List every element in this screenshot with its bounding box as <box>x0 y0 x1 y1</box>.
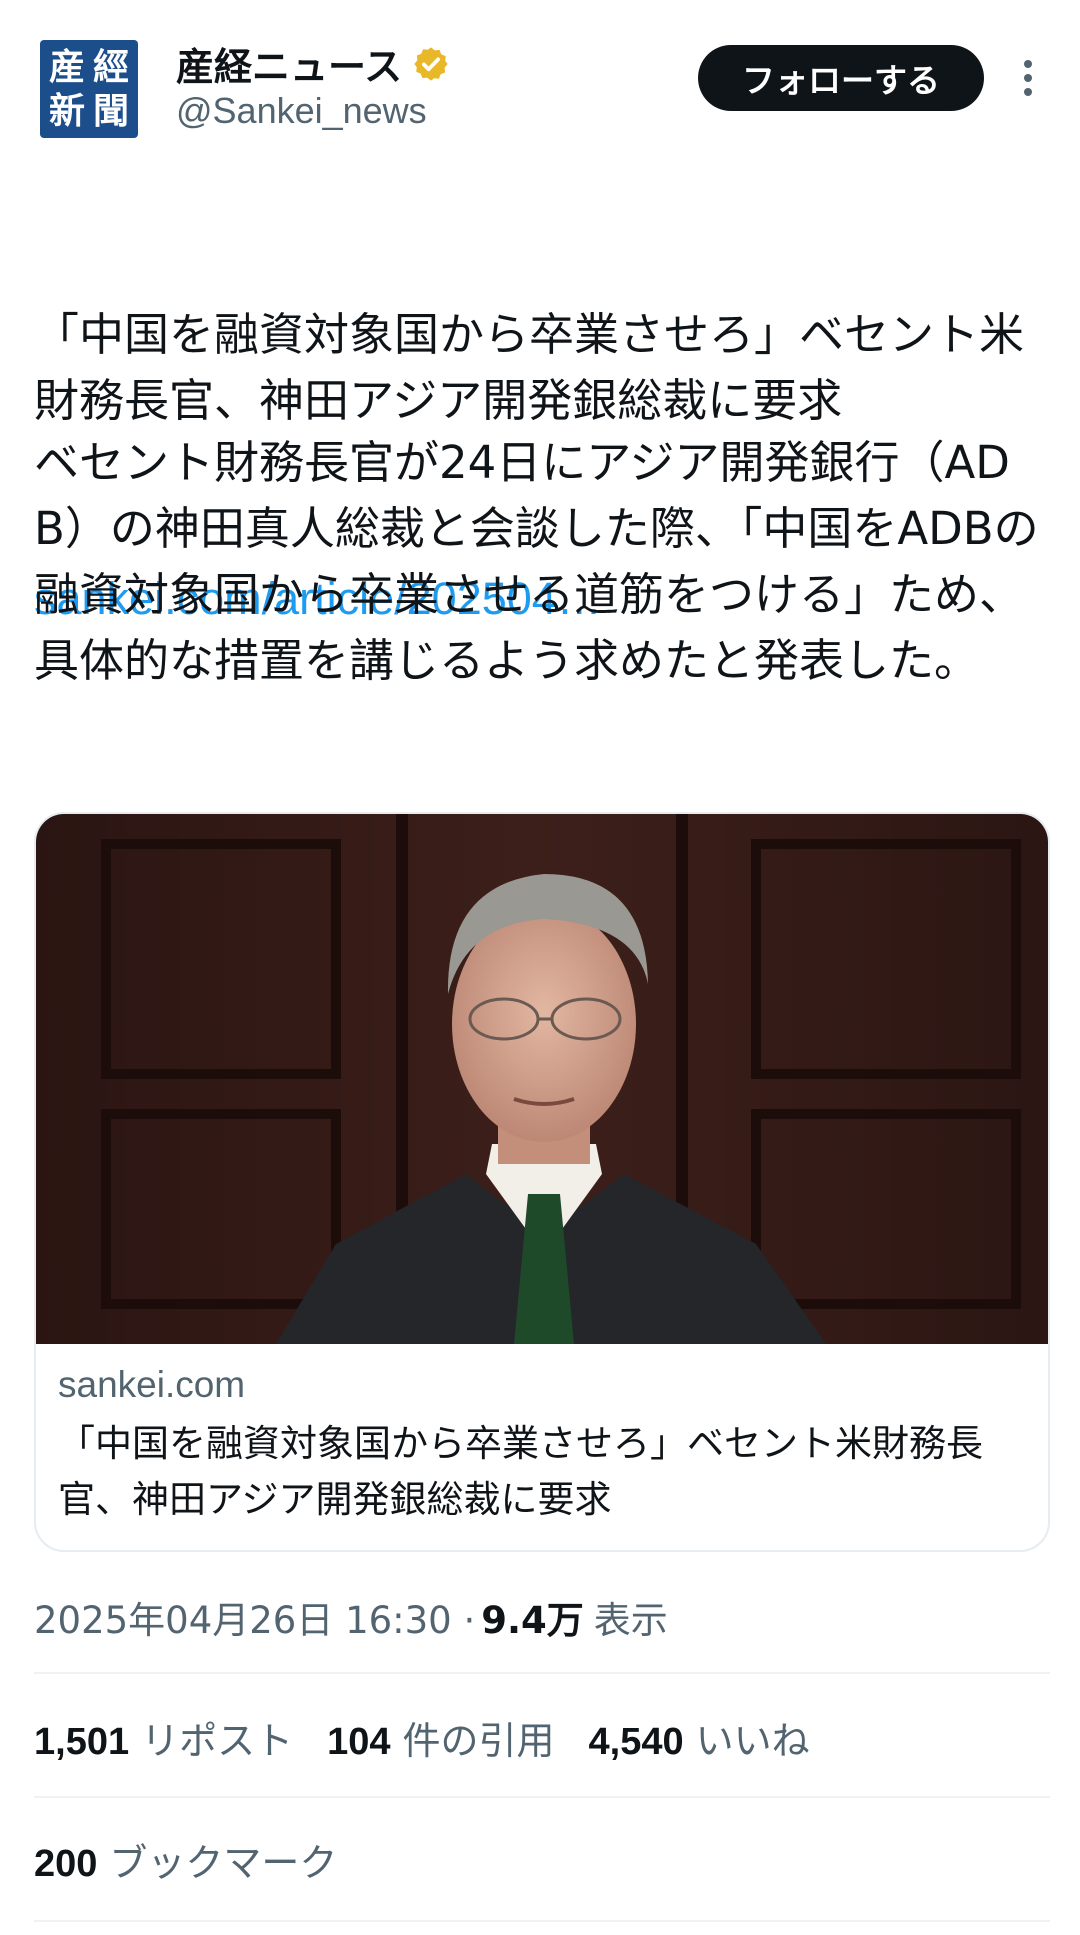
account-handle[interactable]: @Sankei_news <box>176 90 427 132</box>
divider <box>34 1920 1050 1922</box>
card-domain: sankei.com <box>58 1364 246 1405</box>
timestamp[interactable]: 2025年04月26日 16:30 · <box>34 1590 475 1644</box>
timestamp-row: 2025年04月26日 16:30 · 9.4万 表示 <box>34 1590 668 1644</box>
views-count: 9.4万 <box>481 1599 584 1642</box>
tweet-header: 産 經 新 聞 産経ニュース @Sankei_news フォローする <box>0 0 1080 150</box>
avatar-glyph: 聞 <box>92 90 129 132</box>
avatar-glyph: 産 <box>48 46 85 88</box>
avatar-glyph: 新 <box>48 90 85 132</box>
quotes-label: 件の引用 <box>402 1719 555 1763</box>
bookmarks-label: ブックマーク <box>109 1841 338 1885</box>
likes-label: いいね <box>695 1719 810 1763</box>
display-name[interactable]: 産経ニュース <box>176 36 402 91</box>
link-card[interactable]: sankei.com 「中国を融資対象国から卒業させろ」ベセント米財務長官、神田… <box>34 812 1050 1552</box>
tweet-body: ベセント財務長官が24日にアジア開発銀行（ADB）の神田真人総裁と会談した際、「… <box>34 436 1039 687</box>
avatar[interactable]: 産 經 新 聞 <box>40 40 138 138</box>
bookmarks-count: 200 <box>34 1843 98 1885</box>
views-label: 表示 <box>593 1599 668 1642</box>
divider <box>34 1672 1050 1674</box>
divider <box>34 1796 1050 1798</box>
verified-badge-icon <box>414 46 448 81</box>
likes-count: 4,540 <box>588 1721 684 1763</box>
engagement-stats: 1,501 リポスト 104 件の引用 4,540 いいね <box>34 1710 844 1765</box>
bookmarks-stat[interactable]: 200 ブックマーク <box>34 1832 337 1887</box>
tweet-page: 産 經 新 聞 産経ニュース @Sankei_news フォローする 「中国を融… <box>0 0 1080 1935</box>
name-row: 産経ニュース <box>176 36 450 91</box>
tweet-headline: 「中国を融資対象国から卒業させろ」ベセント米財務長官、神田アジア開発銀総裁に要求 <box>34 308 1025 427</box>
reposts-count: 1,501 <box>34 1721 130 1763</box>
avatar-glyph: 經 <box>92 46 129 88</box>
card-title: 「中国を融資対象国から卒業させろ」ベセント米財務長官、神田アジア開発銀総裁に要求 <box>58 1422 983 1521</box>
card-meta: sankei.com 「中国を融資対象国から卒業させろ」ベセント米財務長官、神田… <box>58 1360 1028 1528</box>
quotes-count: 104 <box>327 1721 391 1763</box>
likes-stat[interactable]: 4,540 いいね <box>589 1710 810 1765</box>
article-photo[interactable] <box>36 814 1050 1344</box>
reposts-stat[interactable]: 1,501 リポスト <box>34 1710 293 1765</box>
more-options-icon[interactable] <box>1012 56 1044 100</box>
reposts-label: リポスト <box>141 1719 294 1763</box>
quotes-stat[interactable]: 104 件の引用 <box>327 1710 554 1765</box>
follow-button[interactable]: フォローする <box>698 45 984 111</box>
